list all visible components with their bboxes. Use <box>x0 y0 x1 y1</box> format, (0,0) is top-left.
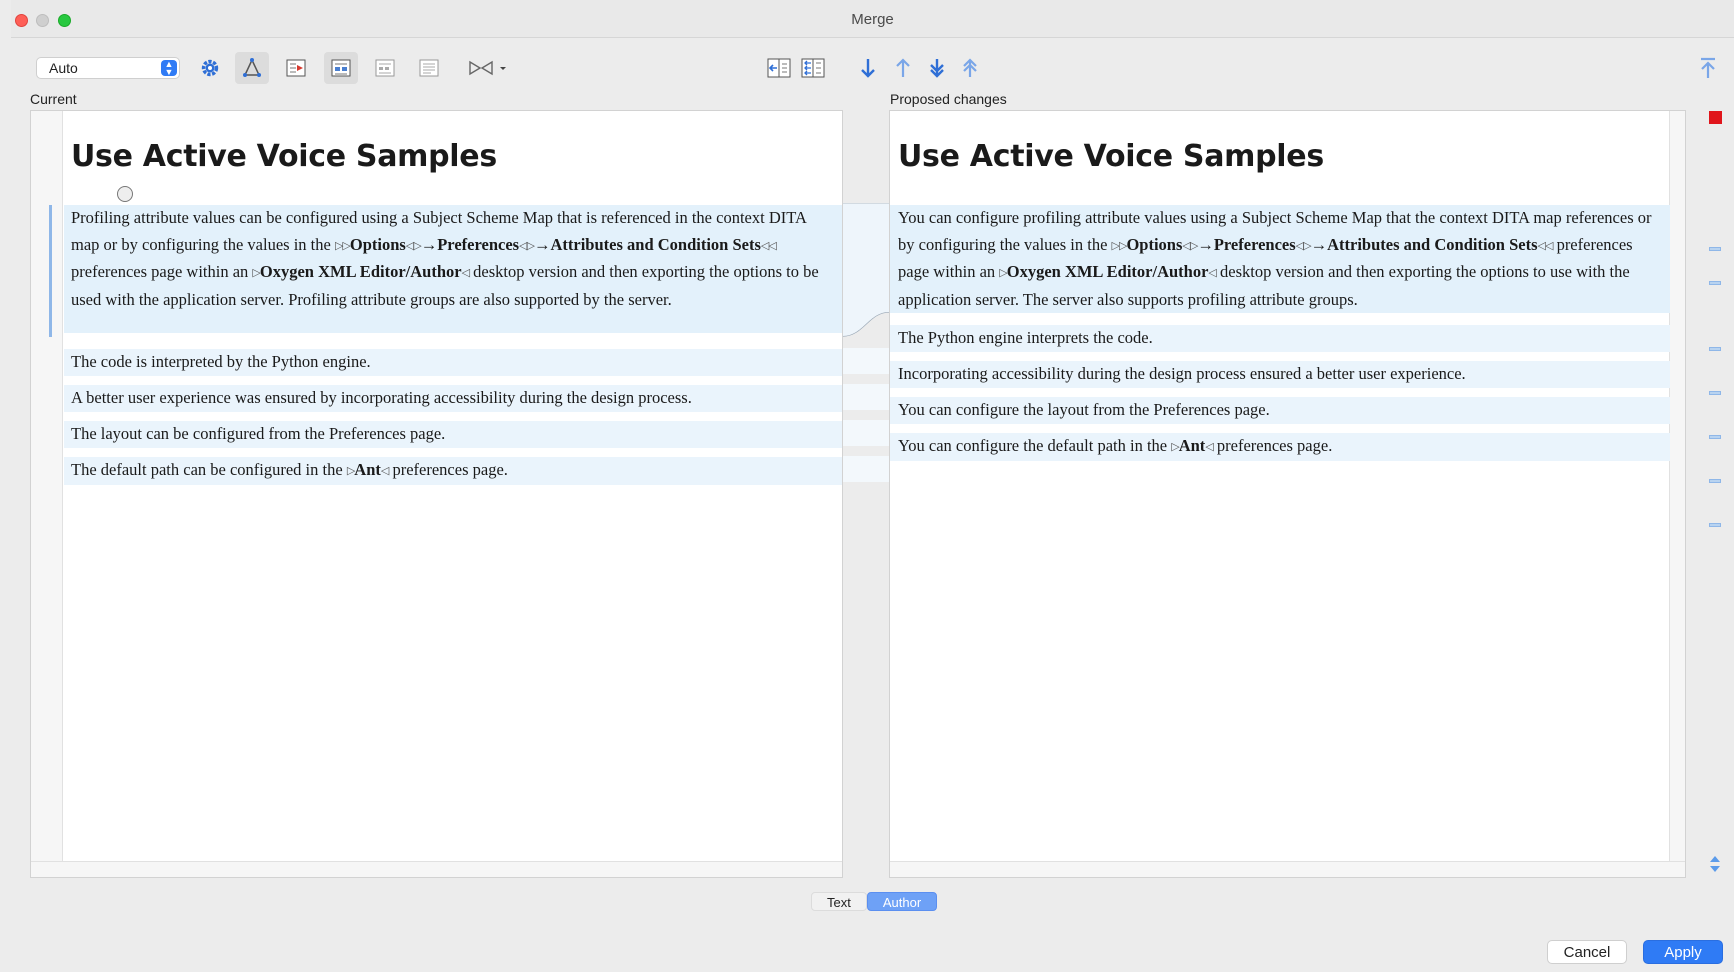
document-title: Use Active Voice Samples <box>71 139 497 174</box>
paragraph-3[interactable]: A better user experience was ensured by … <box>64 385 842 412</box>
mode-select-value: Auto <box>49 60 78 76</box>
overview-mark[interactable] <box>1709 281 1721 285</box>
accept-all-icon[interactable] <box>796 52 830 84</box>
overview-ruler[interactable] <box>1706 110 1724 880</box>
merge-tree-icon[interactable] <box>235 52 269 84</box>
apply-button[interactable]: Apply <box>1643 940 1723 964</box>
mode-tabs: Text Author <box>811 892 938 911</box>
paragraph-3-proposed[interactable]: Incorporating accessibility during the d… <box>890 361 1670 388</box>
tab-author[interactable]: Author <box>866 892 938 911</box>
toolbar: Auto ▲ ▼ <box>11 50 1734 90</box>
paragraph-5-proposed[interactable]: You can configure the default path in th… <box>890 433 1670 461</box>
paragraph-5[interactable]: The default path can be configured in th… <box>64 457 842 485</box>
overview-mark[interactable] <box>1709 247 1721 251</box>
change-range-marker <box>49 205 52 337</box>
ignore-options-icon[interactable] <box>463 52 513 84</box>
paragraph-4[interactable]: The layout can be configured from the Pr… <box>64 421 842 448</box>
previous-change-icon[interactable] <box>886 52 920 84</box>
char-level-icon[interactable] <box>368 52 402 84</box>
window-title: Merge <box>851 11 894 28</box>
paragraph-2-proposed[interactable]: The Python engine interprets the code. <box>890 325 1670 352</box>
previous-block-icon[interactable] <box>953 52 987 84</box>
word-level-icon[interactable] <box>324 52 358 84</box>
paragraph-4-proposed[interactable]: You can configure the layout from the Pr… <box>890 397 1670 424</box>
current-editor-pane[interactable]: Use Active Voice Samples Profiling attri… <box>30 110 843 878</box>
proposed-editor-pane[interactable]: Use Active Voice Samples You can configu… <box>889 110 1686 878</box>
title-bar: Merge <box>11 0 1734 38</box>
next-block-icon[interactable] <box>920 52 954 84</box>
paragraph-1-proposed[interactable]: You can configure profiling attribute va… <box>890 205 1670 313</box>
line-gutter <box>31 111 63 877</box>
conflict-indicator-icon[interactable] <box>1709 111 1722 124</box>
first-change-icon[interactable] <box>1691 52 1725 84</box>
horizontal-scrollbar[interactable] <box>31 861 842 877</box>
tab-text[interactable]: Text <box>811 892 867 911</box>
overview-mark[interactable] <box>1709 391 1721 395</box>
proposed-pane-label: Proposed changes <box>890 91 1007 107</box>
select-arrows-icon: ▲ ▼ <box>161 60 177 77</box>
overview-mark[interactable] <box>1709 523 1721 527</box>
mode-select[interactable]: Auto ▲ ▼ <box>36 57 180 79</box>
accept-left-icon[interactable] <box>762 52 796 84</box>
settings-gear-icon[interactable] <box>193 52 227 84</box>
paragraph-1[interactable]: Profiling attribute values can be config… <box>64 205 842 333</box>
current-pane-label: Current <box>30 91 77 107</box>
next-change-icon[interactable] <box>851 52 885 84</box>
line-level-icon[interactable] <box>412 52 446 84</box>
vertical-scrollbar[interactable] <box>1669 111 1685 877</box>
paragraph-2[interactable]: The code is interpreted by the Python en… <box>64 349 842 376</box>
overview-mark[interactable] <box>1709 435 1721 439</box>
diff-connector <box>843 203 889 482</box>
merge-window: Merge Auto ▲ ▼ Current Proposed changes … <box>11 0 1734 972</box>
cancel-button[interactable]: Cancel <box>1547 940 1627 964</box>
element-handle-icon[interactable] <box>117 186 133 202</box>
horizontal-scrollbar-right[interactable] <box>890 861 1685 877</box>
show-changes-icon[interactable] <box>279 52 313 84</box>
overview-mark[interactable] <box>1709 479 1721 483</box>
overview-mark[interactable] <box>1709 347 1721 351</box>
document-title-proposed: Use Active Voice Samples <box>898 139 1324 174</box>
scroll-arrows-icon[interactable] <box>1708 852 1722 876</box>
